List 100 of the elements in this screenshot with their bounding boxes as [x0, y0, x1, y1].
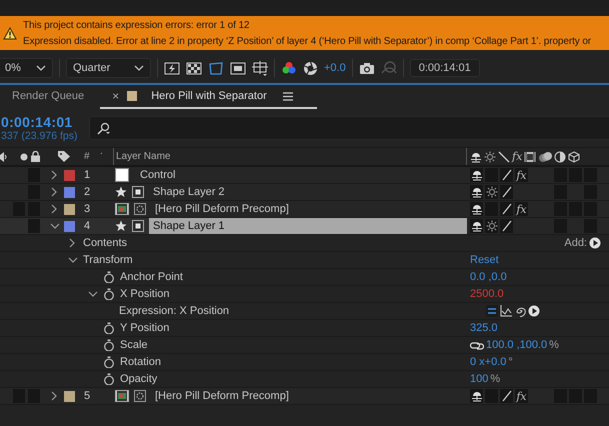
chevron-down-icon[interactable] — [68, 255, 78, 265]
stopwatch-icon[interactable] — [103, 322, 115, 334]
close-tab-button[interactable]: × — [106, 89, 120, 103]
quality-icon — [500, 203, 512, 215]
label-icon — [58, 151, 70, 162]
equals-icon[interactable] — [486, 305, 498, 317]
property-name: Y Position — [120, 322, 170, 334]
property-value[interactable]: 0.0 ,0.0 — [470, 271, 507, 283]
3d-cube-icon — [568, 150, 580, 162]
search-icon — [96, 122, 111, 134]
region-of-interest-icon[interactable] — [230, 60, 246, 76]
layer-name[interactable]: Control — [134, 169, 176, 181]
reset-link[interactable]: Reset — [470, 254, 499, 266]
play-icon[interactable] — [589, 237, 601, 249]
layer-number: 2 — [84, 186, 90, 198]
shy-icon — [470, 186, 482, 198]
effects-switch[interactable]: fx — [515, 389, 528, 403]
shutter-icon[interactable] — [303, 60, 318, 76]
solid-layer-icon — [115, 168, 129, 182]
stopwatch-icon[interactable] — [103, 271, 115, 283]
label-color-swatch[interactable] — [64, 220, 75, 232]
layer-name[interactable]: [Hero Pill Deform Precomp] — [151, 390, 289, 402]
search-field[interactable] — [89, 116, 609, 140]
banner-message: Expression disabled. Error at line 2 in property ‘Z Position’ of layer 4 (‘Hero Pill with Separator’) in comp ‘Collage Part 1’. property or — [23, 36, 592, 46]
stopwatch-icon[interactable] — [103, 339, 115, 351]
warning-icon — [3, 26, 17, 40]
quality-icon — [500, 186, 512, 198]
exposure-value[interactable]: +0.0 — [324, 62, 346, 74]
current-time-display[interactable]: 0:00:14:01 — [410, 59, 480, 77]
label-color-swatch[interactable] — [64, 170, 75, 180]
switch-box[interactable] — [28, 219, 40, 233]
panel-tab[interactable]: Render Queue — [6, 84, 92, 108]
camera-icon[interactable] — [358, 61, 375, 75]
quality-icon — [500, 390, 512, 402]
fast-preview-icon[interactable] — [164, 60, 180, 76]
timeline-timecode[interactable]: 0:00:14:01 — [1, 114, 89, 130]
shy-icon — [470, 390, 482, 402]
graph-icon[interactable] — [500, 305, 512, 317]
caret-icon — [134, 64, 144, 72]
property-value[interactable]: 100.0 ,100.0 — [486, 339, 548, 351]
property-name: X Position — [120, 288, 170, 300]
banner-title: This project contains expression errors: error 1 of 12 — [23, 20, 250, 30]
layer-name[interactable]: [Hero Pill Deform Precomp] — [151, 203, 289, 215]
label-color-swatch[interactable] — [64, 204, 75, 214]
quality-icon — [500, 220, 512, 232]
shy-icon — [470, 203, 482, 215]
property-name: Anchor Point — [120, 271, 183, 283]
frame-rate-info: 337 (23.976 fps) — [1, 130, 78, 142]
panel-menu-icon[interactable] — [282, 92, 293, 100]
expression-label: Expression: X Position — [119, 305, 230, 317]
collapse-icon — [486, 220, 498, 232]
zoom-dropdown[interactable]: 0% — [0, 58, 53, 78]
transparency-grid-icon[interactable] — [186, 60, 202, 76]
property-group-name[interactable]: Contents — [83, 237, 128, 249]
add-label: Add: — [564, 237, 587, 249]
star-icon — [115, 186, 127, 198]
property-unit: ° — [508, 356, 513, 368]
quality-icon — [498, 150, 510, 162]
dot-column-header: . — [100, 146, 103, 157]
color-channels-icon[interactable] — [281, 60, 297, 76]
stopwatch-icon[interactable] — [103, 356, 115, 368]
layer-number: 1 — [84, 169, 90, 181]
property-group-name[interactable]: Transform — [83, 254, 133, 266]
mask-path-icon[interactable] — [208, 60, 224, 76]
property-name: Opacity — [120, 373, 158, 385]
caret-icon — [36, 64, 46, 72]
stopwatch-icon[interactable] — [103, 373, 115, 385]
show-snapshot-icon — [380, 61, 397, 75]
number-column-header: # — [84, 151, 90, 162]
guides-icon[interactable] — [252, 60, 268, 76]
quality-icon — [500, 169, 512, 181]
property-value[interactable]: 100 — [470, 373, 488, 385]
property-unit: % — [490, 373, 500, 385]
stopwatch-icon[interactable] — [103, 288, 115, 300]
spiral-icon[interactable] — [514, 305, 526, 317]
property-name: Scale — [120, 339, 148, 351]
chevron-down-icon[interactable] — [88, 289, 98, 299]
lock-icon — [31, 151, 40, 162]
effects-switch[interactable]: fx — [515, 202, 528, 216]
layer-name[interactable]: Shape Layer 2 — [149, 186, 225, 198]
adjustment-layer-icon — [554, 150, 566, 162]
play-icon[interactable] — [528, 305, 540, 317]
frame-blending-icon — [524, 150, 536, 162]
precomp-icon — [115, 390, 129, 402]
motion-blur-icon — [538, 150, 552, 162]
label-color-swatch[interactable] — [64, 186, 75, 198]
property-value[interactable]: 325.0 — [470, 322, 498, 334]
layer-number: 5 — [84, 390, 90, 402]
layer-name[interactable]: Shape Layer 1 — [149, 218, 467, 234]
label-color-swatch[interactable] — [64, 390, 75, 402]
shy-icon — [470, 220, 482, 232]
panel-tab[interactable]: Hero Pill with Separator — [145, 84, 275, 108]
property-value[interactable]: 0 x+0.0 — [470, 356, 506, 368]
effects-switch[interactable]: fx — [515, 168, 528, 182]
chevron-down-icon[interactable] — [50, 221, 60, 231]
layer-number: 4 — [84, 220, 90, 232]
property-name: Rotation — [120, 356, 161, 368]
layer-name-header[interactable]: Layer Name — [116, 151, 170, 162]
resolution-dropdown[interactable]: Quarter — [66, 58, 151, 78]
collapse-icon — [484, 150, 496, 162]
